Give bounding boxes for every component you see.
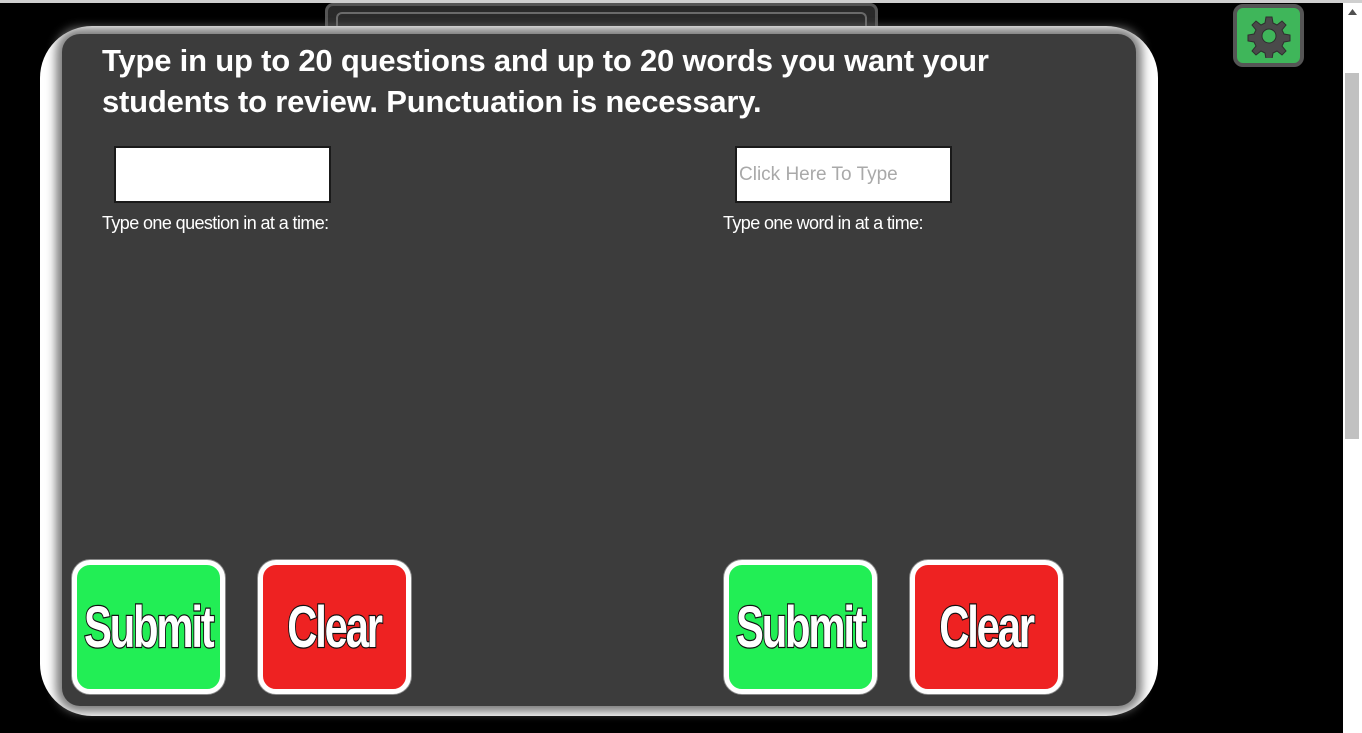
- submit-word-label: Submit: [735, 593, 868, 661]
- clear-question-label: Clear: [287, 593, 385, 661]
- gear-icon: [1247, 16, 1290, 58]
- question-hint-label: Type one question in at a time:: [102, 213, 329, 233]
- word-input[interactable]: [735, 146, 952, 203]
- question-input[interactable]: [114, 146, 331, 203]
- scroll-up-arrow-icon[interactable]: [1343, 3, 1362, 21]
- submit-question-label: Submit: [83, 593, 216, 661]
- submit-question-button[interactable]: Submit: [72, 560, 225, 694]
- clear-question-button[interactable]: Clear: [258, 560, 411, 694]
- word-hint-label: Type one word in at a time:: [723, 213, 924, 233]
- clear-word-button[interactable]: Clear: [910, 560, 1063, 694]
- submit-word-button[interactable]: Submit: [724, 560, 877, 694]
- settings-button[interactable]: [1233, 4, 1304, 67]
- instructions-text: Type in up to 20 questions and up to 20 …: [102, 43, 989, 119]
- app-stage: Type in up to 20 questions and up to 20 …: [0, 0, 1362, 733]
- vertical-scrollbar[interactable]: [1343, 3, 1362, 733]
- scrollbar-thumb[interactable]: [1345, 73, 1359, 439]
- clear-word-label: Clear: [939, 593, 1037, 661]
